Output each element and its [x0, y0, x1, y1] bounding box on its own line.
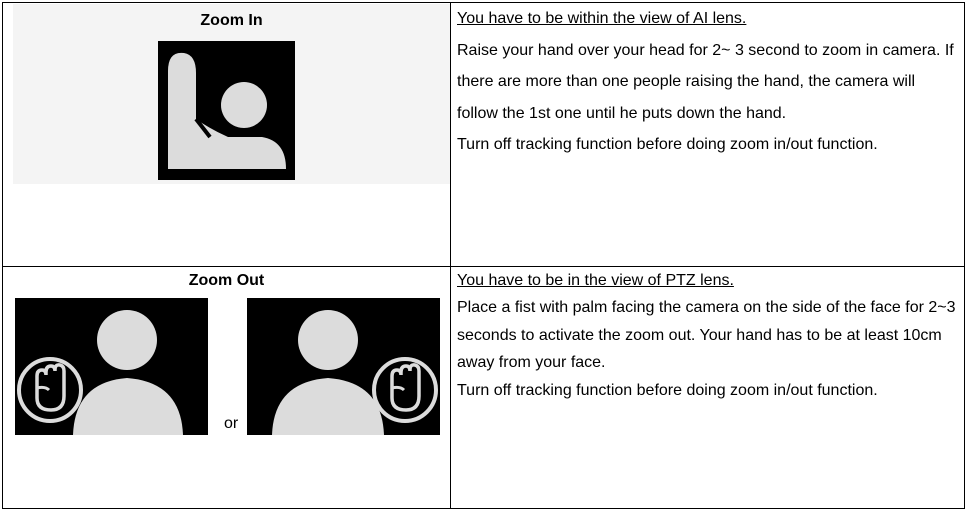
zoom-in-instructions-cell: You have to be within the view of AI len…: [450, 2, 965, 267]
zoom-out-note: Turn off tracking function before doing …: [457, 381, 878, 399]
zoom-out-instructions-cell: You have to be in the view of PTZ lens. …: [450, 266, 965, 509]
zoom-out-requirement: You have to be in the view of PTZ lens.: [457, 272, 734, 289]
zoom-in-row: Zoom In You have to be within the view o…: [2, 2, 965, 267]
fist-gesture-person-icon: [15, 298, 208, 435]
zoom-out-description: Place a fist with palm facing the camera…: [457, 299, 956, 372]
raised-hand-person-icon: [158, 41, 295, 180]
zoom-in-heading: Zoom In: [200, 12, 263, 29]
zoom-out-heading: Zoom Out: [188, 272, 265, 289]
zoom-out-illustration-cell: Zoom Out or: [2, 266, 451, 509]
or-label: or: [224, 415, 239, 432]
zoom-in-note: Turn off tracking function before doing …: [457, 136, 878, 154]
zoom-out-images: or: [15, 295, 445, 503]
zoom-in-description: Raise your hand over your head for 2~ 3 …: [457, 41, 954, 122]
zoom-in-illustration-cell: Zoom In: [2, 2, 451, 267]
zoom-out-row: Zoom Out or You have to be in the view o…: [2, 266, 965, 509]
zoom-in-requirement: You have to be within the view of AI len…: [457, 10, 747, 27]
gesture-table: Zoom In You have to be within the view o…: [2, 2, 965, 509]
fist-gesture-person-mirrored-icon: [247, 298, 440, 435]
